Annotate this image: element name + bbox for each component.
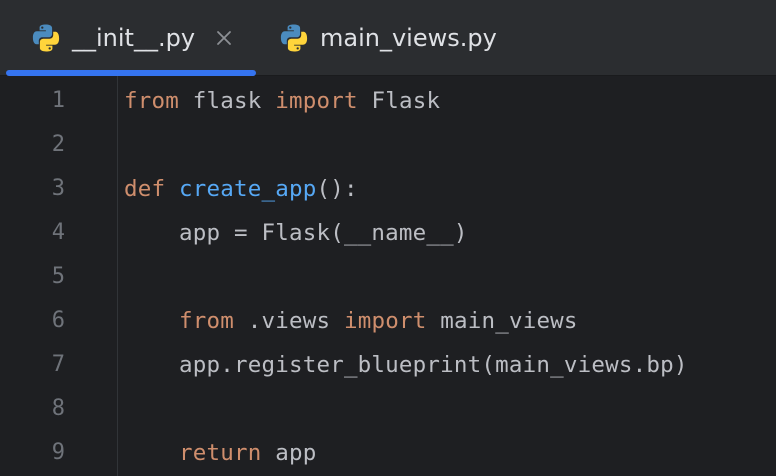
code-token: app = Flask(__name__) [124,220,468,246]
close-icon[interactable] [215,29,233,47]
code-token: flask [179,88,276,114]
code-token: app.register_blueprint(main_views.bp) [124,352,688,378]
code-line[interactable]: from .views import main_views [124,299,578,343]
line-number: 3 [51,176,65,201]
line-number: 9 [51,440,65,465]
line-number: 1 [51,88,65,113]
line-number: 7 [51,352,65,377]
code-line[interactable]: app.register_blueprint(main_views.bp) [124,343,688,387]
line-number-gutter: 1 2 3 4 5 6 7 8 9 [0,76,118,476]
ide-window: __init__.py main_views.py 1 2 3 4 5 6 7 8 9 from… [0,0,776,476]
line-number: 2 [51,132,65,157]
code-token: main_views [426,308,578,334]
code-token: (): [316,176,358,202]
keyword-token: return [179,440,262,466]
line-number: 6 [51,308,65,333]
keyword-token: import [343,308,427,334]
tab-main-views-py-label: main_views.py [320,24,497,52]
line-number: 4 [51,220,65,245]
tab-main-views-py[interactable]: main_views.py [278,0,497,76]
python-icon [32,24,60,52]
editor-tab-bar: __init__.py main_views.py [0,0,776,76]
tab-init-py[interactable]: __init__.py [30,0,233,76]
tab-init-py-label: __init__.py [72,24,196,52]
keyword-token: import [275,88,358,114]
keyword-token: from [179,308,234,334]
line-number: 8 [51,396,65,421]
function-name-token: create_app [179,176,317,202]
code-line[interactable]: app = Flask(__name__) [124,211,468,255]
line-number: 5 [51,264,65,289]
code-token: .views [234,308,344,334]
code-editor[interactable]: 1 2 3 4 5 6 7 8 9 from flask import Flask def cre… [0,76,776,476]
code-area[interactable]: from flask import Flask def create_app():… [124,76,776,476]
code-line[interactable]: def create_app(): [124,167,358,211]
code-line[interactable]: from flask import Flask [124,79,440,123]
code-token: app [261,440,317,466]
code-line[interactable]: return app [124,431,316,475]
python-icon [280,24,308,52]
keyword-token: def [124,176,166,202]
code-token: Flask [357,88,441,114]
keyword-token: from [124,88,179,114]
